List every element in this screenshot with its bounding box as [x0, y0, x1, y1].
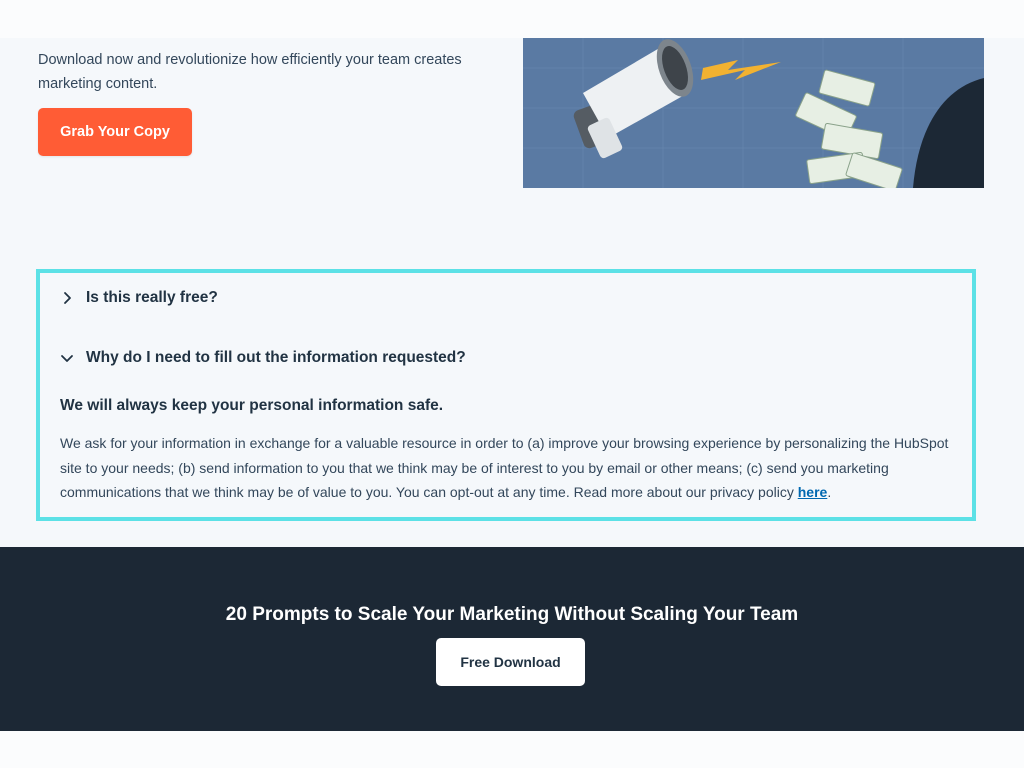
- faq-question-label: Why do I need to fill out the informatio…: [86, 349, 466, 366]
- faq-question-label: Is this really free?: [86, 289, 218, 306]
- chevron-right-icon: [64, 292, 71, 304]
- faq-accordion: Is this really free? Why do I need to fi…: [36, 269, 976, 521]
- megaphone-money-illustration: [523, 38, 984, 188]
- grab-your-copy-button[interactable]: Grab Your Copy: [38, 108, 192, 156]
- hero-section: Download now and revolutionize how effic…: [0, 38, 1024, 547]
- hero-description: Download now and revolutionize how effic…: [38, 52, 462, 92]
- bottom-strip: [0, 731, 1024, 768]
- chevron-down-icon: [61, 355, 73, 362]
- faq-item-is-this-free[interactable]: Is this really free?: [60, 289, 218, 307]
- promo-title: 20 Prompts to Scale Your Marketing Witho…: [225, 604, 799, 625]
- promo-band: 20 Prompts to Scale Your Marketing Witho…: [0, 547, 1024, 731]
- top-strip: [0, 0, 1024, 38]
- faq-answer-title: We will always keep your personal inform…: [60, 397, 444, 414]
- faq-item-why-fill-info[interactable]: Why do I need to fill out the informatio…: [60, 349, 466, 367]
- privacy-policy-link[interactable]: here: [798, 484, 828, 500]
- free-download-button[interactable]: Free Download: [436, 638, 585, 686]
- faq-answer-body: We ask for your information in exchange …: [60, 431, 960, 505]
- faq-answer-trailing: .: [827, 484, 832, 500]
